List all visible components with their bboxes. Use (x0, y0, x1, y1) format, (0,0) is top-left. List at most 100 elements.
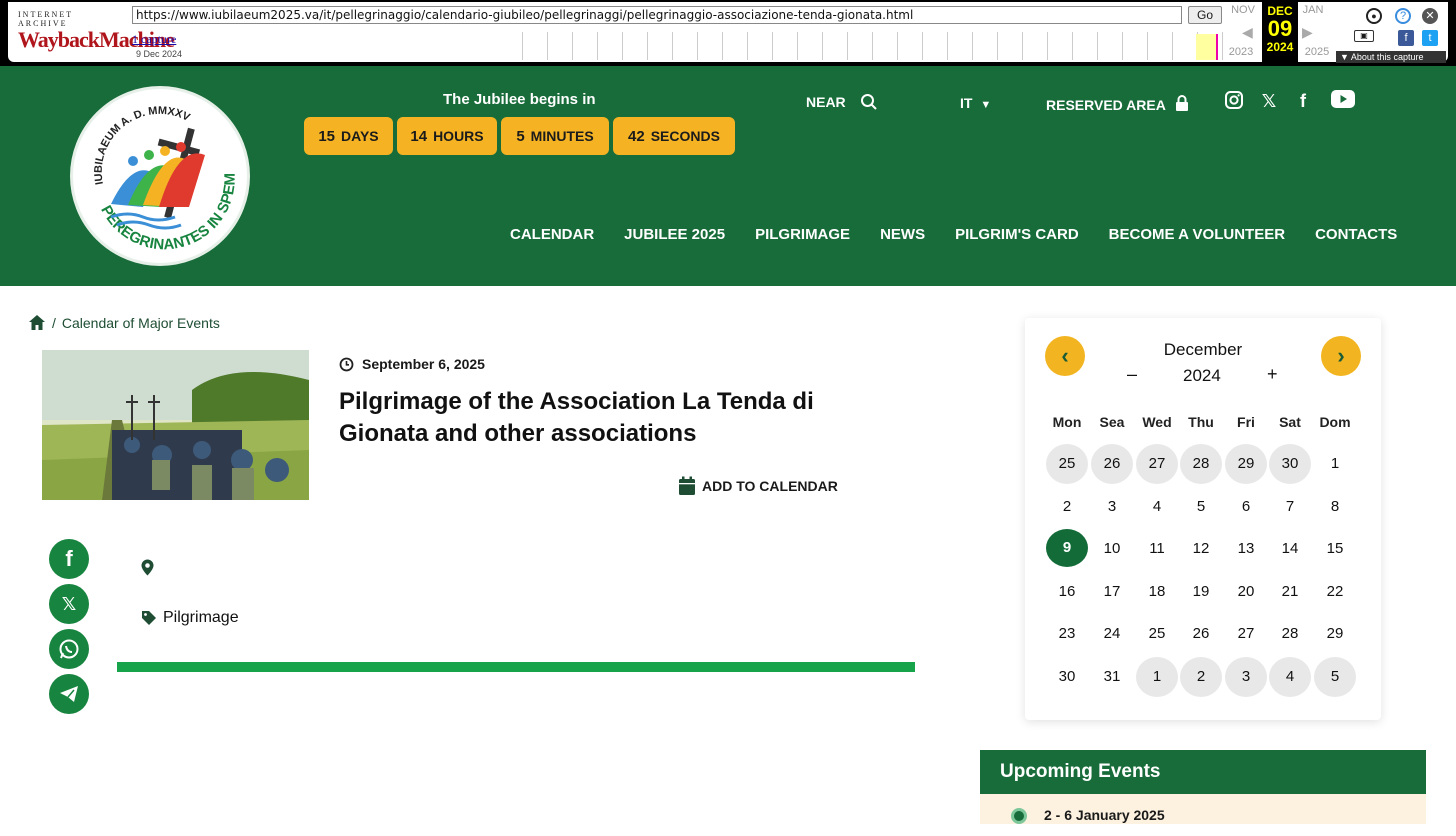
calendar-day[interactable]: 2 (1046, 487, 1088, 527)
wayback-url-input[interactable]: https://www.iubilaeum2025.va/it/pellegri… (132, 6, 1182, 24)
calendar-month[interactable]: December (1025, 340, 1381, 360)
calendar-day[interactable]: 8 (1314, 487, 1356, 527)
youtube-icon[interactable] (1330, 90, 1356, 112)
calendar-day[interactable]: 28 (1269, 614, 1311, 654)
calendar-day[interactable]: 29 (1225, 444, 1267, 484)
calendar-day[interactable]: 21 (1269, 572, 1311, 612)
event-tag[interactable]: Pilgrimage (141, 609, 239, 627)
countdown-unit: SECONDS (650, 128, 720, 144)
calendar-day[interactable]: 26 (1180, 614, 1222, 654)
countdown-hours: 14 HOURS (397, 117, 497, 155)
internet-archive-label: INTERNET ARCHIVE (18, 10, 73, 28)
share-telegram-button[interactable] (49, 674, 89, 714)
reserved-area-link[interactable]: RESERVED AREA (1046, 95, 1189, 113)
facebook-share-icon[interactable]: f (1398, 30, 1414, 46)
calendar-day[interactable]: 19 (1180, 572, 1222, 612)
calendar-day[interactable]: 27 (1136, 444, 1178, 484)
language-select[interactable]: IT ▼ (960, 95, 991, 111)
home-icon[interactable] (28, 314, 46, 331)
calendar-day[interactable]: 13 (1225, 529, 1267, 569)
calendar-day[interactable]: 26 (1091, 444, 1133, 484)
prev-arrow-icon[interactable]: ◀ (1242, 24, 1253, 41)
calendar-day[interactable]: 10 (1091, 529, 1133, 569)
close-icon[interactable]: ✕ (1422, 8, 1438, 24)
screenshot-icon[interactable]: ▣ (1354, 30, 1374, 42)
calendar-day[interactable]: 4 (1136, 487, 1178, 527)
calendar-day[interactable]: 24 (1091, 614, 1133, 654)
calendar-day[interactable]: 14 (1269, 529, 1311, 569)
instagram-icon[interactable] (1223, 90, 1245, 112)
clock-icon (339, 357, 354, 371)
sparkline-highlight (1196, 34, 1218, 60)
prev-month-link[interactable]: NOV (1228, 4, 1258, 16)
calendar-day[interactable]: 30 (1269, 444, 1311, 484)
next-arrow-icon[interactable]: ▶ (1302, 24, 1313, 41)
year-increment-button[interactable]: + (1267, 364, 1278, 385)
calendar-day[interactable]: 6 (1225, 487, 1267, 527)
calendar-day[interactable]: 2 (1180, 657, 1222, 697)
calendar-day[interactable]: 12 (1180, 529, 1222, 569)
calendar-day[interactable]: 11 (1136, 529, 1178, 569)
calendar-day[interactable]: 25 (1046, 444, 1088, 484)
facebook-icon[interactable]: f (1292, 90, 1314, 112)
share-x-button[interactable]: 𝕏 (49, 584, 89, 624)
calendar-day[interactable]: 7 (1269, 487, 1311, 527)
calendar-day[interactable]: 17 (1091, 572, 1133, 612)
event-tag-label: Pilgrimage (163, 609, 239, 626)
user-icon[interactable]: ● (1366, 8, 1382, 24)
calendar-day[interactable]: 20 (1225, 572, 1267, 612)
calendar-day[interactable]: 3 (1091, 487, 1133, 527)
calendar-day[interactable]: 31 (1091, 657, 1133, 697)
calendar-day-header: Sea (1099, 414, 1125, 430)
x-twitter-icon[interactable]: 𝕏 (1258, 90, 1280, 112)
calendar-day[interactable]: 29 (1314, 614, 1356, 654)
calendar-day[interactable]: 30 (1046, 657, 1088, 697)
year-decrement-button[interactable]: – (1127, 364, 1137, 385)
upcoming-event-item[interactable]: 2 - 6 January 2025 (980, 794, 1426, 824)
nav-pilgrimage[interactable]: PILGRIMAGE (755, 226, 850, 243)
calendar-day[interactable]: 25 (1136, 614, 1178, 654)
calendar-day[interactable]: 27 (1225, 614, 1267, 654)
nav-calendar[interactable]: CALENDAR (510, 226, 594, 243)
telegram-icon (60, 686, 78, 702)
captures-link[interactable]: 1 capture (132, 32, 176, 47)
breadcrumb-current[interactable]: Calendar of Major Events (62, 315, 220, 331)
share-whatsapp-button[interactable] (49, 629, 89, 669)
help-icon[interactable]: ? (1395, 8, 1411, 24)
calendar-day[interactable]: 18 (1136, 572, 1178, 612)
nav-become-volunteer[interactable]: BECOME A VOLUNTEER (1109, 226, 1285, 243)
calendar-day[interactable]: 1 (1314, 444, 1356, 484)
lock-icon (1176, 95, 1189, 111)
calendar-day[interactable]: 1 (1136, 657, 1178, 697)
near-search-button[interactable]: NEAR (806, 93, 878, 111)
calendar-day[interactable]: 5 (1314, 657, 1356, 697)
calendar-year[interactable]: 2024 (1183, 366, 1221, 386)
x-twitter-icon: 𝕏 (61, 594, 77, 614)
nav-pilgrims-card[interactable]: PILGRIM'S CARD (955, 226, 1079, 243)
calendar-day-header: Wed (1142, 414, 1172, 430)
nav-contacts[interactable]: CONTACTS (1315, 226, 1397, 243)
wayback-logo[interactable]: INTERNET ARCHIVE WaybackMachine (18, 10, 175, 52)
calendar-day[interactable]: 3 (1225, 657, 1267, 697)
cur-day: 09 (1267, 16, 1293, 41)
about-capture-button[interactable]: ▼ About this capture (1336, 51, 1446, 63)
twitter-share-icon[interactable]: t (1422, 30, 1438, 46)
add-to-calendar-button[interactable]: ADD TO CALENDAR (678, 476, 838, 496)
capture-sparkline[interactable] (498, 32, 1228, 60)
nav-news[interactable]: NEWS (880, 226, 925, 243)
share-facebook-button[interactable]: f (49, 539, 89, 579)
calendar-day[interactable]: 4 (1269, 657, 1311, 697)
calendar-day[interactable]: 5 (1180, 487, 1222, 527)
calendar-day[interactable]: 23 (1046, 614, 1088, 654)
calendar-day[interactable]: 15 (1314, 529, 1356, 569)
nav-jubilee-2025[interactable]: JUBILEE 2025 (624, 226, 725, 243)
calendar-day[interactable]: 28 (1180, 444, 1222, 484)
countdown-minutes: 5 MINUTES (501, 117, 609, 155)
calendar-day-header: Fri (1237, 414, 1255, 430)
next-month-link[interactable]: JAN (1298, 4, 1328, 16)
wayback-go-button[interactable]: Go (1188, 6, 1222, 24)
calendar-day[interactable]: 16 (1046, 572, 1088, 612)
jubilee-logo[interactable]: IUBILAEUM A. D. MMXXV PEREGRINANTES IN S… (70, 86, 250, 266)
calendar-day[interactable]: 22 (1314, 572, 1356, 612)
calendar-day-today[interactable]: 9 (1046, 529, 1088, 568)
